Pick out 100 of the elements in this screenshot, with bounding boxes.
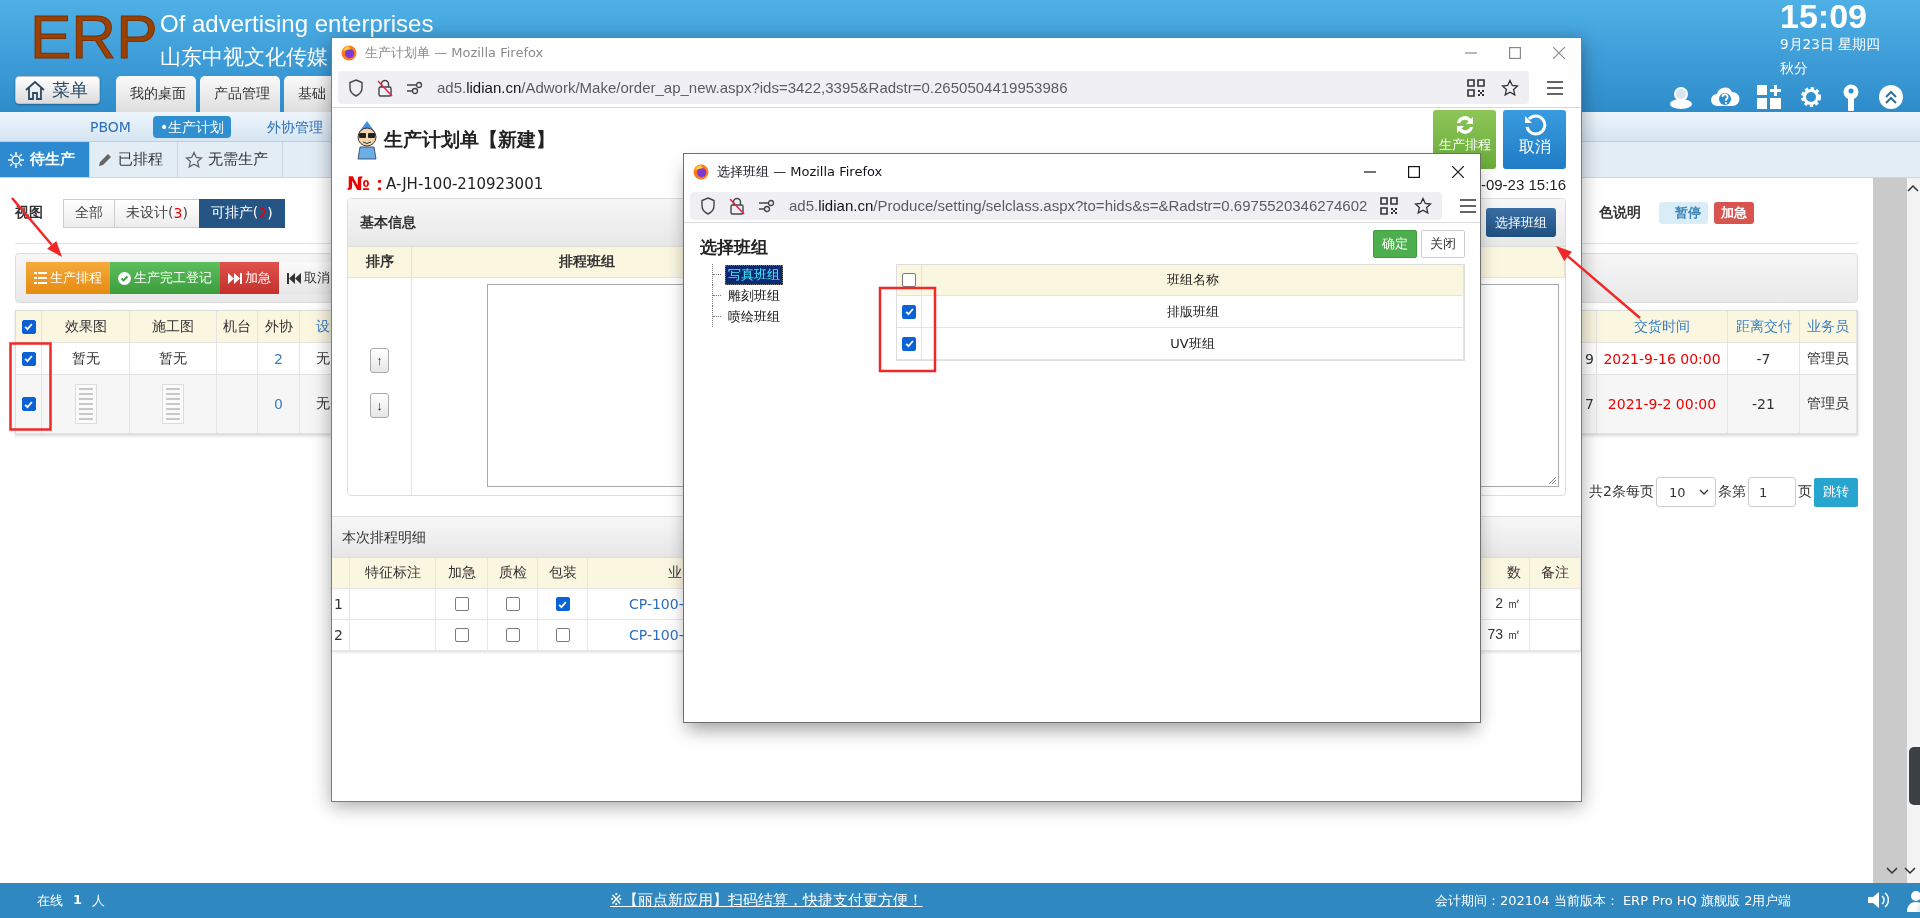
table-cell: 排版班组	[922, 296, 1464, 328]
column-header: 机台	[217, 311, 258, 343]
checkbox[interactable]	[902, 273, 916, 287]
filter-option[interactable]: 可排产(2)	[198, 198, 285, 228]
outsource-link[interactable]: 0	[258, 375, 300, 434]
thumbnail-image	[74, 384, 97, 424]
subnav-item[interactable]: PBOM	[74, 115, 147, 138]
scroll-down-icon[interactable]	[1886, 867, 1916, 875]
url-text: ad5.lidian.cn/Produce/setting/selclass.aspx?to=hids&s=&Radstr=0.6975520346274602	[789, 197, 1368, 214]
collapse-icon[interactable]	[1878, 84, 1904, 110]
column-header: 质检	[488, 558, 538, 589]
page-field[interactable]: 1	[1748, 477, 1796, 507]
qr-code-icon[interactable]	[1380, 196, 1399, 215]
page-label: 页	[1798, 483, 1812, 501]
star-icon[interactable]	[1414, 196, 1433, 215]
action-button[interactable]: 取消	[1503, 110, 1566, 169]
checkbox[interactable]	[21, 397, 36, 411]
checkbox[interactable]	[902, 304, 916, 319]
notice-link[interactable]: ※【丽点新应用】扫码结算，快捷支付更方便！	[610, 891, 923, 910]
clock-date: 9月23日 星期四	[1780, 35, 1881, 54]
undo-icon	[1522, 113, 1547, 137]
thumbnail-image	[162, 384, 184, 424]
maximize-icon[interactable]	[1408, 165, 1420, 178]
filter-option[interactable]: 全部	[63, 198, 115, 228]
toolbar-button[interactable]: 加急	[220, 262, 279, 294]
add-tile-icon[interactable]	[1756, 84, 1782, 110]
nav-tab[interactable]: 产品管理	[200, 76, 280, 112]
version-info: 会计期间：202104 当前版本： ERP Pro HQ 旗舰版 2用户端	[1435, 891, 1792, 910]
table-cell: UV班组	[922, 328, 1464, 360]
menu-icon[interactable]	[1460, 198, 1477, 213]
checkbox[interactable]	[21, 351, 36, 366]
nav-tab[interactable]: 我的桌面	[116, 76, 196, 112]
online-label: 在线	[37, 891, 63, 910]
app-title: Of advertising enterprises	[160, 10, 434, 38]
column-header: 排序	[348, 247, 412, 277]
lock-off-icon	[729, 196, 745, 215]
menu-icon[interactable]	[1547, 80, 1563, 95]
tree-item[interactable]: 喷绘班组	[725, 306, 783, 327]
move-button[interactable]: ↓	[370, 393, 389, 418]
checkbox[interactable]	[21, 319, 36, 334]
status-tab[interactable]: 无需生产	[178, 142, 283, 177]
checkbox[interactable]	[902, 336, 916, 351]
panel-title: 本次排程明细	[342, 528, 426, 547]
order-date: -09-23 15:16	[1480, 175, 1566, 193]
column-header[interactable]: 交货时间	[1597, 311, 1728, 343]
status-tab[interactable]: 待生产	[0, 142, 90, 177]
column-header: 加急	[436, 558, 488, 589]
subnav-item[interactable]: •生产计划	[152, 115, 232, 138]
company-name: 山东中视文化传媒	[160, 44, 328, 70]
checkbox[interactable]	[505, 628, 520, 642]
logo: ERP	[30, 6, 159, 68]
column-header[interactable]: 距离交付	[1728, 311, 1800, 343]
url-text: ad5.lidian.cn/Adwork/Make/order_ap_new.aspx?ids=3422,3395&Radstr=0.2650504419953986	[437, 79, 1068, 96]
permissions-icon	[406, 80, 424, 95]
panel-title: 基本信息	[360, 213, 416, 232]
checkbox[interactable]	[505, 597, 520, 611]
annotation-arrow	[11, 197, 62, 257]
address-bar[interactable]: ad5.lidian.cn/Adwork/Make/order_ap_new.aspx?ids=3422,3395&Radstr=0.2650504419953986	[338, 71, 1529, 104]
menu-button[interactable]: 菜单	[15, 76, 100, 104]
checkbox[interactable]	[555, 628, 570, 642]
list-icon	[34, 272, 47, 284]
select-group-button[interactable]: 选择班组	[1486, 208, 1556, 237]
record-count: 共2条每页	[1589, 483, 1654, 501]
form-title: 生产计划单【新建】	[384, 127, 555, 152]
row-number: 2	[332, 620, 350, 651]
qr-code-icon[interactable]	[1467, 78, 1485, 97]
scroll-up-icon[interactable]	[1907, 184, 1919, 192]
browser-icon	[693, 163, 709, 180]
page-size-select[interactable]: 10	[1656, 477, 1716, 507]
tree-item[interactable]: 写真班组	[725, 264, 783, 285]
column-header: 外协	[258, 311, 300, 343]
move-button[interactable]: ↑	[370, 348, 389, 373]
user-icon[interactable]	[1668, 84, 1694, 110]
filter-option[interactable]: 未设计(3)	[114, 198, 200, 228]
table-cell: -21	[1728, 375, 1800, 434]
star-icon[interactable]	[1501, 78, 1519, 97]
settings-icon[interactable]	[1798, 84, 1824, 110]
legend-badge: 暂停	[1659, 202, 1708, 224]
checkbox[interactable]	[454, 597, 469, 611]
mascot-icon	[354, 120, 380, 160]
resize-grip-icon	[1547, 475, 1557, 485]
address-bar[interactable]: ad5.lidian.cn/Produce/setting/selclass.aspx?to=hids&s=&Radstr=0.6975520346274602	[690, 191, 1443, 220]
close-icon[interactable]	[1452, 165, 1464, 178]
dialog-button[interactable]: 关闭	[1421, 230, 1465, 258]
pencil-icon	[97, 151, 113, 168]
order-number: A-JH-100-210923001	[386, 175, 544, 193]
status-tab[interactable]: 已排程	[90, 142, 178, 177]
online-count: 1	[73, 891, 83, 909]
number-label: №：	[347, 171, 386, 196]
checkbox[interactable]	[555, 597, 570, 611]
column-header[interactable]: 业务员	[1800, 311, 1857, 343]
column-header: 特征标注	[350, 558, 436, 589]
fast-forward-icon	[228, 272, 242, 284]
home-icon	[24, 79, 46, 101]
column-header: 施工图	[130, 311, 217, 343]
legend-badge: 加急	[1714, 202, 1754, 224]
row-number: 1	[332, 589, 350, 620]
tree-item[interactable]: 雕刻班组	[725, 285, 783, 306]
clock-time: 15:09	[1780, 0, 1867, 32]
checkbox[interactable]	[454, 628, 469, 642]
